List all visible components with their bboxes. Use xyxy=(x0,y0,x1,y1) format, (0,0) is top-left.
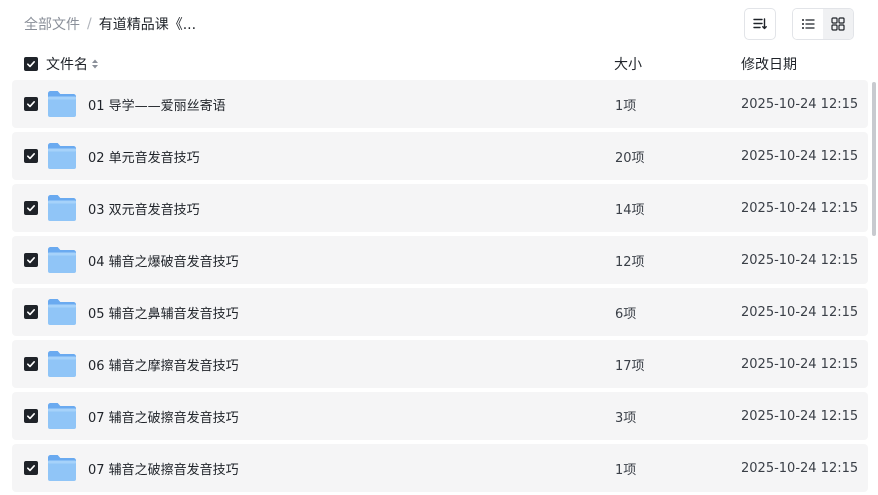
grid-view-button[interactable] xyxy=(823,9,853,39)
folder-icon xyxy=(47,132,77,180)
folder-icon xyxy=(47,80,77,128)
file-row[interactable]: 06 辅音之摩擦音发音技巧 17项 2025-10-24 12:15 xyxy=(12,340,868,388)
file-list-header: 文件名 大小 修改日期 xyxy=(0,52,878,76)
column-header-name-label: 文件名 xyxy=(46,57,88,73)
file-mtime: 2025-10-24 12:15 xyxy=(741,96,859,112)
file-row[interactable]: 03 双元音发音技巧 14项 2025-10-24 12:15 xyxy=(12,184,868,232)
sort-toggle-icon xyxy=(92,59,98,69)
file-size: 3项 xyxy=(615,410,637,426)
file-name[interactable]: 02 单元音发音技巧 xyxy=(88,132,200,180)
file-size: 20项 xyxy=(615,150,645,166)
file-mtime: 2025-10-24 12:15 xyxy=(741,356,859,372)
list-view-icon xyxy=(802,19,815,29)
row-checkbox[interactable] xyxy=(24,392,38,440)
file-size: 6项 xyxy=(615,306,637,322)
grid-view-icon xyxy=(831,17,845,31)
file-row[interactable]: 02 单元音发音技巧 20项 2025-10-24 12:15 xyxy=(12,132,868,180)
folder-icon xyxy=(47,288,77,336)
file-row[interactable]: 04 辅音之爆破音发音技巧 12项 2025-10-24 12:15 xyxy=(12,236,868,284)
file-list: 01 导学——爱丽丝寄语 1项 2025-10-24 12:15 02 单元音发… xyxy=(12,80,868,495)
row-checkbox[interactable] xyxy=(24,184,38,232)
file-name[interactable]: 04 辅音之爆破音发音技巧 xyxy=(88,236,239,284)
check-icon xyxy=(27,61,35,68)
file-name[interactable]: 01 导学——爱丽丝寄语 xyxy=(88,80,226,128)
check-icon xyxy=(27,101,35,108)
column-header-name[interactable]: 文件名 xyxy=(46,52,99,76)
check-icon xyxy=(27,413,35,420)
file-row[interactable]: 01 导学——爱丽丝寄语 1项 2025-10-24 12:15 xyxy=(12,80,868,128)
check-icon xyxy=(27,309,35,316)
file-size: 14项 xyxy=(615,202,645,218)
file-size: 1项 xyxy=(615,462,637,478)
file-size: 17项 xyxy=(615,358,645,374)
folder-icon xyxy=(47,444,77,492)
column-header-size[interactable]: 大小 xyxy=(614,52,642,76)
file-name[interactable]: 03 双元音发音技巧 xyxy=(88,184,200,232)
row-checkbox[interactable] xyxy=(24,340,38,388)
check-icon xyxy=(27,465,35,472)
file-name[interactable]: 05 辅音之鼻辅音发音技巧 xyxy=(88,288,239,336)
select-all-checkbox[interactable] xyxy=(24,52,38,76)
row-checkbox[interactable] xyxy=(24,444,38,492)
file-name[interactable]: 07 辅音之破擦音发音技巧 xyxy=(88,444,239,492)
check-icon xyxy=(27,153,35,160)
breadcrumb-root-link[interactable]: 全部文件 xyxy=(24,14,80,34)
file-mtime: 2025-10-24 12:15 xyxy=(741,252,859,268)
file-name[interactable]: 07 辅音之破擦音发音技巧 xyxy=(88,392,239,440)
file-row[interactable]: 07 辅音之破擦音发音技巧 3项 2025-10-24 12:15 xyxy=(12,392,868,440)
sort-lines-icon xyxy=(753,18,767,30)
check-icon xyxy=(27,205,35,212)
list-view-button[interactable] xyxy=(793,9,823,39)
folder-icon xyxy=(47,340,77,388)
file-size: 1项 xyxy=(615,98,637,114)
file-row[interactable]: 07 辅音之破擦音发音技巧 1项 2025-10-24 12:15 xyxy=(12,444,868,492)
breadcrumb-current: 有道精品课《... xyxy=(98,17,197,33)
file-size: 12项 xyxy=(615,254,645,270)
file-name[interactable]: 06 辅音之摩擦音发音技巧 xyxy=(88,340,239,388)
breadcrumb: 全部文件 / 有道精品课《... xyxy=(24,14,196,34)
check-icon xyxy=(27,361,35,368)
view-toggle xyxy=(792,8,854,40)
column-header-mtime[interactable]: 修改日期 xyxy=(741,52,797,76)
folder-icon xyxy=(47,184,77,232)
check-icon xyxy=(27,257,35,264)
file-mtime: 2025-10-24 12:15 xyxy=(741,408,859,424)
scrollbar-thumb[interactable] xyxy=(872,82,876,236)
breadcrumb-separator: / xyxy=(87,16,92,32)
folder-icon xyxy=(47,392,77,440)
file-mtime: 2025-10-24 12:15 xyxy=(741,460,859,476)
file-mtime: 2025-10-24 12:15 xyxy=(741,304,859,320)
row-checkbox[interactable] xyxy=(24,80,38,128)
row-checkbox[interactable] xyxy=(24,288,38,336)
file-row[interactable]: 05 辅音之鼻辅音发音技巧 6项 2025-10-24 12:15 xyxy=(12,288,868,336)
file-mtime: 2025-10-24 12:15 xyxy=(741,148,859,164)
sort-button[interactable] xyxy=(744,8,776,40)
row-checkbox[interactable] xyxy=(24,236,38,284)
folder-icon xyxy=(47,236,77,284)
toolbar xyxy=(744,8,854,40)
file-mtime: 2025-10-24 12:15 xyxy=(741,200,859,216)
row-checkbox[interactable] xyxy=(24,132,38,180)
